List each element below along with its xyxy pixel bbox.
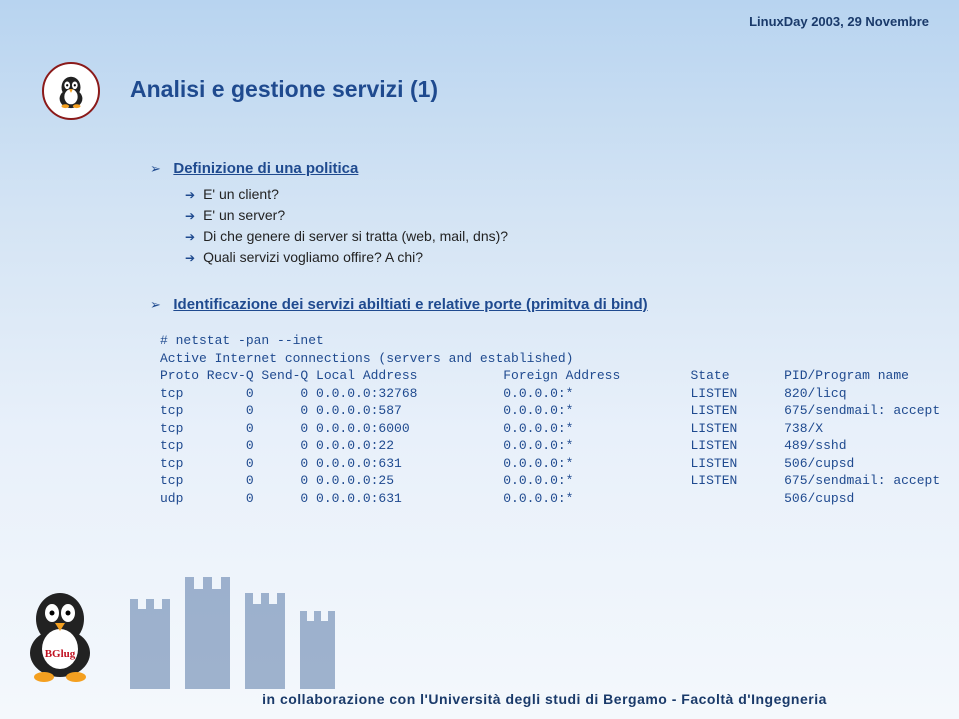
- netstat-row: tcp 0 0 0.0.0.0:25 0.0.0.0:* LISTEN 675/…: [160, 473, 940, 488]
- netstat-line1: Active Internet connections (servers and…: [160, 351, 573, 366]
- logo-circle: [42, 62, 100, 120]
- netstat-output: # netstat -pan --inet Active Internet co…: [160, 332, 899, 507]
- footer-illustration: BGlug: [0, 549, 380, 689]
- netstat-row: tcp 0 0 0.0.0.0:22 0.0.0.0:* LISTEN 489/…: [160, 438, 847, 453]
- slide-content: Definizione di una politica E' un client…: [150, 160, 899, 507]
- netstat-row: tcp 0 0 0.0.0.0:587 0.0.0.0:* LISTEN 675…: [160, 403, 940, 418]
- event-header: LinuxDay 2003, 29 Novembre: [749, 14, 929, 29]
- netstat-header: Proto Recv-Q Send-Q Local Address Foreig…: [160, 368, 909, 383]
- sub-item: E' un server?: [185, 205, 899, 226]
- slide-title: Analisi e gestione servizi (1): [130, 76, 438, 103]
- logo-top: [42, 62, 102, 122]
- netstat-row: tcp 0 0 0.0.0.0:6000 0.0.0.0:* LISTEN 73…: [160, 421, 823, 436]
- sub-item: E' un client?: [185, 184, 899, 205]
- penguin-icon: [52, 72, 90, 110]
- section2-link: Identificazione dei servizi abiltiati e …: [173, 296, 647, 313]
- svg-text:BGlug: BGlug: [45, 648, 76, 660]
- netstat-row: tcp 0 0 0.0.0.0:631 0.0.0.0:* LISTEN 506…: [160, 456, 854, 471]
- netstat-row: udp 0 0 0.0.0.0:631 0.0.0.0:* 506/cupsd: [160, 491, 854, 506]
- footer-text: in collaborazione con l'Università degli…: [150, 691, 939, 707]
- sub-item: Di che genere di server si tratta (web, …: [185, 226, 899, 247]
- netstat-row: tcp 0 0 0.0.0.0:32768 0.0.0.0:* LISTEN 8…: [160, 386, 847, 401]
- section2-heading: Identificazione dei servizi abiltiati e …: [150, 296, 899, 314]
- section1-list: E' un client? E' un server? Di che gener…: [185, 184, 899, 268]
- netstat-cmd: # netstat -pan --inet: [160, 333, 324, 348]
- sub-item: Quali servizi vogliamo offire? A chi?: [185, 247, 899, 268]
- section1-link: Definizione di una politica: [173, 160, 358, 177]
- section1-heading: Definizione di una politica: [150, 160, 899, 178]
